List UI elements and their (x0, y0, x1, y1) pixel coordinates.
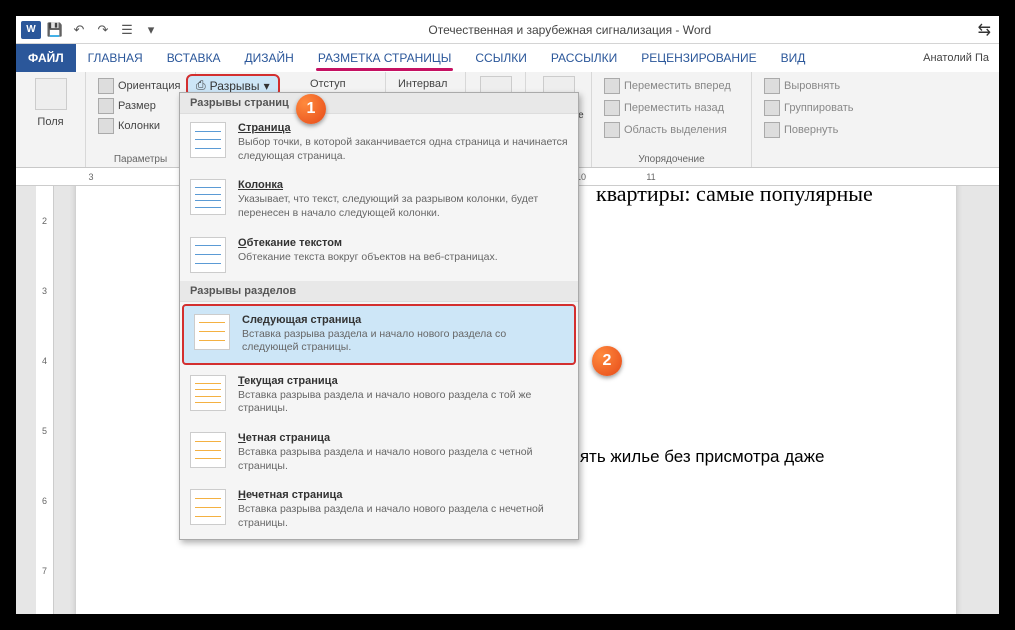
tab-view[interactable]: ВИД (769, 44, 818, 72)
ruler-tick: 4 (36, 326, 53, 396)
column-break-icon (190, 179, 226, 215)
tab-design[interactable]: ДИЗАЙН (233, 44, 306, 72)
qat-customize-icon[interactable]: ▾ (140, 19, 162, 41)
ruler-tick: 3 (56, 172, 126, 182)
size-label: Размер (118, 100, 156, 112)
undo-icon[interactable]: ↶ (68, 19, 90, 41)
menu-desc: Вставка разрыва раздела и начало нового … (242, 328, 564, 355)
tab-mailings[interactable]: РАССЫЛКИ (539, 44, 629, 72)
orientation-button[interactable]: Ориентация (94, 76, 187, 96)
ruler-tick: 11 (616, 172, 686, 182)
menu-item-next-page[interactable]: Следующая страница Вставка разрыва разде… (182, 304, 576, 365)
margins-label: Поля (37, 116, 63, 128)
tab-insert[interactable]: ВСТАВКА (155, 44, 233, 72)
send-backward-button[interactable]: Переместить назад (600, 98, 743, 118)
word-icon: W (20, 19, 42, 41)
text-wrapping-icon (190, 237, 226, 273)
ruler-tick: 7 (36, 536, 53, 606)
margins-icon (35, 78, 67, 110)
orientation-label: Ориентация (118, 80, 180, 92)
menu-item-page-break[interactable]: Страница Выбор точки, в которой заканчив… (180, 114, 578, 171)
bring-forward-icon (604, 78, 620, 94)
menu-title: Страница (238, 122, 568, 134)
ribbon-options-icon[interactable]: ⇆ (978, 20, 999, 40)
selection-pane-button[interactable]: Область выделения (600, 120, 743, 140)
columns-icon (98, 118, 114, 134)
menu-desc: Вставка разрыва раздела и начало нового … (238, 503, 568, 530)
rotate-icon (764, 122, 780, 138)
group-button[interactable]: Группировать (760, 98, 874, 118)
align-icon (764, 78, 780, 94)
columns-label: Колонки (118, 120, 160, 132)
ruler-tick: 5 (36, 396, 53, 466)
menu-item-odd-page[interactable]: Нечетная страница Вставка разрыва раздел… (180, 481, 578, 538)
ruler-tick: 3 (36, 256, 53, 326)
menu-item-column-break[interactable]: Колонка Указывает, что текст, следующий … (180, 171, 578, 228)
tab-review[interactable]: РЕЦЕНЗИРОВАНИЕ (629, 44, 768, 72)
even-page-icon (190, 432, 226, 468)
menu-desc: Вставка разрыва раздела и начало нового … (238, 389, 568, 416)
menu-item-even-page[interactable]: Четная страница Вставка разрыва раздела … (180, 424, 578, 481)
ribbon-tabs: ФАЙЛ ГЛАВНАЯ ВСТАВКА ДИЗАЙН РАЗМЕТКА СТР… (16, 44, 999, 72)
dropdown-header-page-breaks: Разрывы страниц (180, 93, 578, 114)
group-arrange-2: Выровнять Группировать Повернуть (752, 72, 882, 167)
align-button[interactable]: Выровнять (760, 76, 874, 96)
bring-forward-button[interactable]: Переместить вперед (600, 76, 743, 96)
ruler-tick: 6 (36, 466, 53, 536)
menu-title: Четная страница (238, 432, 568, 444)
menu-title: Колонка (238, 179, 568, 191)
title-bar: W 💾 ↶ ↷ ☰ ▾ Отечественная и зарубежная с… (16, 16, 999, 44)
continuous-icon (190, 375, 226, 411)
columns-button[interactable]: Колонки (94, 116, 187, 136)
tab-home[interactable]: ГЛАВНАЯ (76, 44, 155, 72)
tab-page-layout[interactable]: РАЗМЕТКА СТРАНИЦЫ (306, 44, 464, 72)
annotation-callout-1: 1 (296, 94, 326, 124)
touch-mode-icon[interactable]: ☰ (116, 19, 138, 41)
menu-title: Следующая страница (242, 314, 564, 326)
tab-references[interactable]: ССЫЛКИ (463, 44, 538, 72)
dropdown-header-section-breaks: Разрывы разделов (180, 281, 578, 302)
redo-icon[interactable]: ↷ (92, 19, 114, 41)
menu-title: Нечетная страница (238, 489, 568, 501)
menu-desc: Вставка разрыва раздела и начало нового … (238, 446, 568, 473)
indent-label: Отступ (306, 76, 377, 92)
group-margins: Поля (16, 72, 86, 167)
selection-pane-icon (604, 122, 620, 138)
ruler-tick: 2 (36, 186, 53, 256)
group-icon (764, 100, 780, 116)
size-button[interactable]: Размер (94, 96, 187, 116)
menu-desc: Обтекание текста вокруг объектов на веб-… (238, 251, 568, 265)
spacing-label: Интервал (394, 76, 457, 92)
save-icon[interactable]: 💾 (44, 19, 66, 41)
send-backward-icon (604, 100, 620, 116)
window-title: Отечественная и зарубежная сигнализация … (162, 23, 978, 37)
vertical-ruler[interactable]: 2 3 4 5 6 7 (36, 186, 54, 614)
size-icon (98, 98, 114, 114)
quick-access-toolbar: W 💾 ↶ ↷ ☰ ▾ (16, 19, 162, 41)
rotate-button[interactable]: Повернуть (760, 120, 874, 140)
menu-item-text-wrapping[interactable]: ООбтекание текстомбтекание текстом Обтек… (180, 229, 578, 281)
page-break-icon (190, 122, 226, 158)
menu-item-continuous[interactable]: Текущая страница Вставка разрыва раздела… (180, 367, 578, 424)
margins-button[interactable]: Поля (24, 76, 77, 130)
user-name[interactable]: Анатолий Па (913, 44, 999, 72)
arrange-group-label: Упорядочение (592, 154, 751, 165)
menu-title: ООбтекание текстомбтекание текстом (238, 237, 568, 249)
orientation-icon (98, 78, 114, 94)
group-arrange-1: Переместить вперед Переместить назад Обл… (592, 72, 752, 167)
odd-page-icon (190, 489, 226, 525)
menu-title: Текущая страница (238, 375, 568, 387)
annotation-callout-2: 2 (592, 346, 622, 376)
tab-file[interactable]: ФАЙЛ (16, 44, 76, 72)
breaks-dropdown: Разрывы страниц Страница Выбор точки, в … (179, 92, 579, 540)
menu-desc: Указывает, что текст, следующий за разры… (238, 193, 568, 220)
menu-desc: Выбор точки, в которой заканчивается одн… (238, 136, 568, 163)
doc-heading-partial: квартиры: самые популярные (596, 186, 926, 207)
next-page-icon (194, 314, 230, 350)
